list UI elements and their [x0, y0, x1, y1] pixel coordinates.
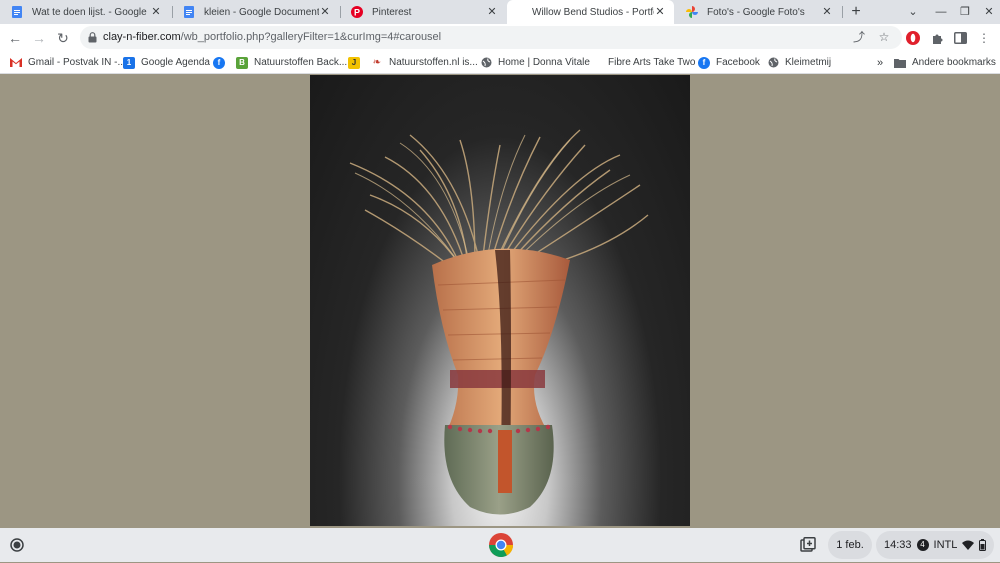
globe-icon [767, 57, 779, 69]
restore-icon[interactable]: ❐ [957, 4, 973, 20]
browser-toolbar: ← → ↻ clay-n-fiber.com/wb_portfolio.php?… [0, 24, 1000, 51]
b-icon: B [236, 56, 248, 69]
google-docs-icon [183, 6, 195, 18]
side-panel-icon[interactable] [952, 30, 968, 46]
j-icon: J [348, 56, 360, 69]
bookmarks-bar: Gmail - Postvak IN -... 1 Google Agenda … [0, 51, 1000, 74]
close-icon[interactable]: ✕ [150, 6, 162, 18]
google-calendar-icon: 1 [123, 56, 135, 69]
natuurstoffen-icon: ❧ [372, 57, 382, 68]
facebook-icon: f [698, 56, 710, 69]
bookmark-gmail[interactable]: Gmail - Postvak IN -... [10, 55, 126, 70]
bookmark-label: Gmail - Postvak IN -... [28, 57, 126, 68]
bookmark-label: Natuurstoffen Back... [254, 57, 348, 68]
facebook-icon: f [213, 56, 225, 69]
close-window-icon[interactable]: ✕ [981, 4, 997, 20]
bookmark-fibre-arts[interactable]: Fibre Arts Take Two [608, 55, 695, 70]
tab-title: Pinterest [372, 6, 412, 18]
extensions-puzzle-icon[interactable] [929, 30, 945, 46]
wifi-icon [962, 540, 975, 550]
share-icon[interactable]: ⤴ [852, 30, 866, 44]
bookmarks-overflow-icon[interactable]: » [877, 55, 883, 70]
page-content [0, 75, 1000, 528]
close-icon[interactable]: ✕ [654, 6, 666, 18]
folder-icon [894, 57, 906, 69]
bookmark-natuurstoffen-nl[interactable]: ❧ Natuurstoffen.nl is... [371, 55, 478, 70]
input-method-label: INTL [933, 539, 958, 551]
date-tray[interactable]: 1 feb. [828, 531, 872, 559]
google-photos-icon [686, 6, 698, 18]
bookmark-label: Natuurstoffen.nl is... [389, 57, 478, 68]
os-shelf: 1 feb. 14:33 4 INTL [0, 528, 1000, 562]
bookmark-kleimetmij[interactable]: Kleimetmij [767, 55, 831, 70]
pinterest-icon: P [351, 6, 363, 18]
bookmark-other-folder[interactable]: Andere bookmarks [894, 55, 996, 70]
notification-count-badge: 4 [916, 539, 929, 551]
tab-wat-te-doen[interactable]: Wat te doen lijst. - Google Docs ✕ [0, 0, 170, 24]
close-icon[interactable]: ✕ [486, 6, 498, 18]
bookmark-label: Andere bookmarks [912, 57, 996, 68]
time-label: 14:33 [884, 539, 912, 551]
bookmark-natuurstoffen-back[interactable]: B Natuurstoffen Back... [236, 55, 347, 70]
portfolio-carousel-image[interactable] [310, 75, 690, 526]
tab-divider [842, 6, 843, 18]
lock-icon [88, 32, 97, 43]
battery-icon [979, 539, 987, 551]
tab-title: kleien - Google Documenten [204, 6, 319, 18]
url-host: clay-n-fiber.com [103, 31, 181, 43]
fiber-vessel-sculpture-image [349, 129, 649, 515]
address-bar[interactable]: clay-n-fiber.com/wb_portfolio.php?galler… [80, 26, 902, 49]
opera-extension-icon[interactable] [905, 30, 921, 46]
bookmark-google-agenda[interactable]: 1 Google Agenda [123, 55, 210, 70]
tab-title: Wat te doen lijst. - Google Docs [32, 6, 150, 18]
bookmark-label: Google Agenda [141, 57, 210, 68]
bookmark-star-icon[interactable]: ☆ [877, 30, 891, 44]
minimize-icon[interactable]: — [933, 4, 949, 20]
bookmark-label: Fibre Arts Take Two [608, 57, 696, 68]
tab-search-chevron-icon[interactable]: ⌄ [905, 4, 921, 20]
gmail-icon [10, 57, 22, 69]
tab-google-fotos[interactable]: Foto's - Google Foto's ✕ [675, 0, 841, 24]
tab-pinterest[interactable]: P Pinterest ✕ [340, 0, 506, 24]
chrome-app-icon[interactable] [488, 532, 514, 558]
tote-holding-space-icon[interactable] [800, 537, 816, 553]
url-text: clay-n-fiber.com/wb_portfolio.php?galler… [103, 31, 441, 43]
google-docs-icon [11, 6, 23, 18]
bookmark-j-icon-only[interactable]: J [348, 55, 360, 70]
date-label: 1 feb. [836, 539, 864, 551]
bookmark-facebook-icon-only[interactable]: f [213, 55, 225, 70]
bookmark-label: Kleimetmij [785, 57, 832, 68]
back-icon[interactable]: ← [6, 29, 24, 47]
menu-dots-icon[interactable]: ⋮ [976, 30, 992, 46]
bookmark-label: Facebook [716, 57, 760, 68]
close-icon[interactable]: ✕ [319, 6, 331, 18]
launcher-icon[interactable] [8, 536, 26, 554]
reload-icon[interactable]: ↻ [54, 29, 72, 47]
tab-title: Foto's - Google Foto's [707, 6, 805, 18]
tab-willow-bend-studios[interactable]: Willow Bend Studios - Portfolio ✕ [507, 0, 674, 24]
globe-icon [480, 57, 492, 69]
close-icon[interactable]: ✕ [821, 6, 833, 18]
blank-favicon [518, 6, 522, 18]
bookmark-label: Home | Donna Vitale [498, 57, 590, 68]
tab-kleien[interactable]: kleien - Google Documenten ✕ [172, 0, 339, 24]
forward-icon[interactable]: → [30, 29, 48, 47]
new-tab-button[interactable]: + [848, 4, 864, 20]
bookmark-donna-vitale[interactable]: Home | Donna Vitale [480, 55, 590, 70]
tab-title: Willow Bend Studios - Portfolio [532, 6, 654, 18]
url-path: /wb_portfolio.php?galleryFilter=1&curImg… [180, 31, 442, 43]
tab-strip: Wat te doen lijst. - Google Docs ✕ kleie… [0, 0, 1000, 24]
status-tray[interactable]: 14:33 4 INTL [876, 531, 994, 559]
bookmark-facebook[interactable]: f Facebook [698, 55, 760, 70]
svg-text:P: P [354, 8, 360, 18]
